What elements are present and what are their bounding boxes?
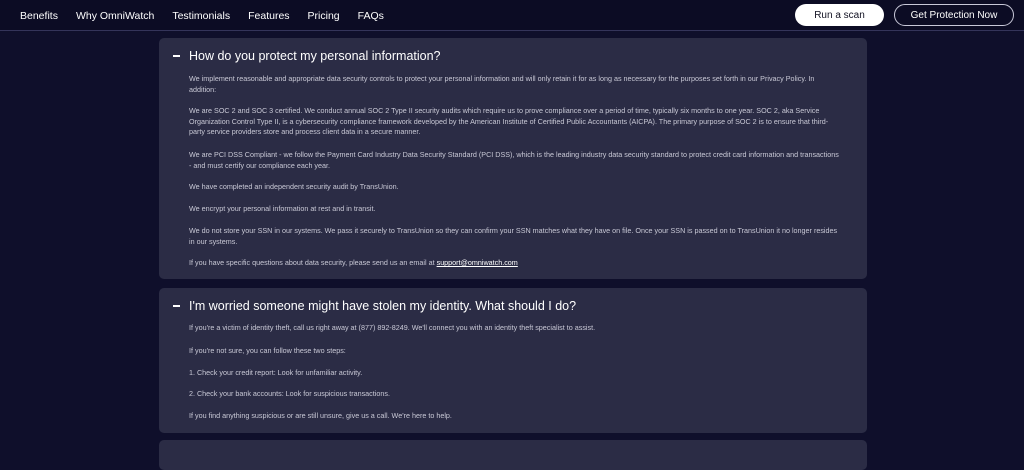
faq-answer-paragraph: 1. Check your credit report: Look for un… [189, 368, 363, 377]
support-email-link[interactable]: support@omniwatch.com [437, 258, 518, 267]
nav-links: Benefits Why OmniWatch Testimonials Feat… [20, 0, 402, 31]
faq-item-data-protection: How do you protect my personal informati… [159, 38, 867, 279]
faq-answer-text: If you have specific questions about dat… [189, 258, 437, 267]
nav-link-pricing[interactable]: Pricing [308, 10, 340, 22]
faq-answer-paragraph: We are PCI DSS Compliant - we follow the… [189, 150, 839, 170]
faq-answer-paragraph: We have completed an independent securit… [189, 182, 399, 191]
faq-answer-paragraph: We implement reasonable and appropriate … [189, 74, 815, 94]
faq-question: How do you protect my personal informati… [189, 49, 441, 63]
faq-answer-paragraph: If you're a victim of identity theft, ca… [189, 323, 596, 332]
nav-link-faqs[interactable]: FAQs [358, 10, 384, 22]
run-scan-button[interactable]: Run a scan [795, 4, 884, 26]
minus-icon [173, 305, 180, 307]
faq-answer-paragraph: 2. Check your bank accounts: Look for su… [189, 389, 390, 398]
faq-answer-paragraph: If you're not sure, you can follow these… [189, 346, 346, 355]
faq-question: I'm worried someone might have stolen my… [189, 299, 577, 313]
nav-link-benefits[interactable]: Benefits [20, 10, 58, 22]
faq-header[interactable]: How do you protect my personal informati… [173, 48, 441, 64]
get-protection-button[interactable]: Get Protection Now [894, 4, 1014, 26]
faq-item-identity-theft: I'm worried someone might have stolen my… [159, 288, 867, 433]
faq-header[interactable]: I'm worried someone might have stolen my… [173, 298, 576, 314]
faq-answer-paragraph: If you find anything suspicious or are s… [189, 411, 452, 420]
top-navigation: Benefits Why OmniWatch Testimonials Feat… [0, 0, 1024, 31]
faq-answer-paragraph: We do not store your SSN in our systems.… [189, 226, 838, 246]
faq-answer-paragraph: We encrypt your personal information at … [189, 204, 376, 213]
faq-item-next[interactable] [159, 440, 867, 470]
nav-link-testimonials[interactable]: Testimonials [172, 10, 230, 22]
faq-answer-paragraph: If you have specific questions about dat… [189, 258, 839, 269]
nav-link-why-omniwatch[interactable]: Why OmniWatch [76, 10, 154, 22]
nav-link-features[interactable]: Features [248, 10, 289, 22]
minus-icon [173, 55, 180, 57]
faq-answer-paragraph: We are SOC 2 and SOC 3 certified. We con… [189, 106, 829, 136]
